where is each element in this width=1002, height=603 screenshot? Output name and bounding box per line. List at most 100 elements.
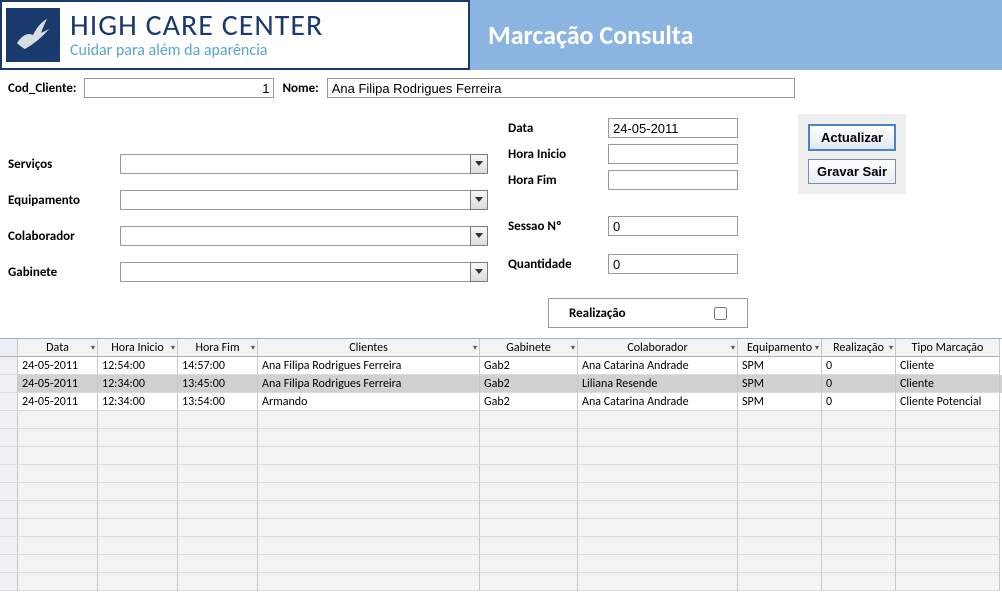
cell-empty[interactable] (822, 519, 896, 537)
equipamento-input[interactable] (120, 190, 470, 210)
cell-empty[interactable] (258, 465, 480, 483)
cell-empty[interactable] (480, 483, 578, 501)
cell-empty[interactable] (822, 411, 896, 429)
cell-empty[interactable] (98, 483, 178, 501)
col-clientes[interactable]: Clientes▾ (258, 339, 480, 357)
cell-empty[interactable] (578, 447, 738, 465)
cell-empty[interactable] (738, 447, 822, 465)
cell-colab[interactable]: Ana Catarina Andrade (578, 357, 738, 375)
cell-empty[interactable] (18, 501, 98, 519)
cell-empty[interactable] (178, 537, 258, 555)
cell-empty[interactable] (578, 555, 738, 573)
cell-empty[interactable] (738, 411, 822, 429)
cell-empty[interactable] (480, 465, 578, 483)
cell-empty[interactable] (480, 447, 578, 465)
cell-empty[interactable] (18, 483, 98, 501)
table-row-empty[interactable] (0, 429, 1002, 447)
cell-empty[interactable] (258, 555, 480, 573)
cell-empty[interactable] (98, 555, 178, 573)
row-selector[interactable] (0, 537, 18, 555)
cell-equip[interactable]: SPM (738, 375, 822, 393)
row-selector[interactable] (0, 357, 18, 375)
cell-empty[interactable] (822, 573, 896, 591)
cell-hini[interactable]: 12:54:00 (98, 357, 178, 375)
cell-empty[interactable] (18, 519, 98, 537)
cell-empty[interactable] (98, 429, 178, 447)
cell-empty[interactable] (578, 429, 738, 447)
gabinete-dropdown-button[interactable] (470, 262, 488, 282)
table-row[interactable]: 24-05-201112:54:0014:57:00Ana Filipa Rod… (0, 357, 1002, 375)
gravar-sair-button[interactable]: Gravar Sair (808, 159, 896, 184)
col-equipamento[interactable]: Equipamento▾ (738, 339, 822, 357)
sessao-input[interactable] (608, 216, 738, 236)
cell-empty[interactable] (896, 429, 1000, 447)
table-row-empty[interactable] (0, 555, 1002, 573)
cell-empty[interactable] (738, 519, 822, 537)
row-selector[interactable] (0, 555, 18, 573)
cell-empty[interactable] (896, 447, 1000, 465)
col-hora-fim[interactable]: Hora Fim▾ (178, 339, 258, 357)
cell-real[interactable]: 0 (822, 375, 896, 393)
col-tipo-marcacao[interactable]: Tipo Marcação (896, 339, 1000, 357)
cell-hini[interactable]: 12:34:00 (98, 393, 178, 411)
cod-cliente-input[interactable] (84, 78, 274, 98)
cell-data[interactable]: 24-05-2011 (18, 357, 98, 375)
cell-empty[interactable] (18, 465, 98, 483)
cell-empty[interactable] (258, 483, 480, 501)
cell-empty[interactable] (258, 411, 480, 429)
cell-empty[interactable] (258, 573, 480, 591)
cell-empty[interactable] (18, 429, 98, 447)
cell-empty[interactable] (896, 537, 1000, 555)
cell-empty[interactable] (578, 537, 738, 555)
cell-equip[interactable]: SPM (738, 357, 822, 375)
cell-cli[interactable]: Ana Filipa Rodrigues Ferreira (258, 357, 480, 375)
table-row-empty[interactable] (0, 573, 1002, 591)
cell-empty[interactable] (480, 555, 578, 573)
row-selector[interactable] (0, 519, 18, 537)
cell-empty[interactable] (578, 519, 738, 537)
cell-hfim[interactable]: 13:54:00 (178, 393, 258, 411)
cell-empty[interactable] (896, 519, 1000, 537)
row-selector[interactable] (0, 393, 18, 411)
cell-data[interactable]: 24-05-2011 (18, 393, 98, 411)
row-selector[interactable] (0, 465, 18, 483)
cell-empty[interactable] (738, 537, 822, 555)
cell-empty[interactable] (896, 465, 1000, 483)
cell-real[interactable]: 0 (822, 393, 896, 411)
row-selector[interactable] (0, 573, 18, 591)
cell-empty[interactable] (822, 429, 896, 447)
col-data[interactable]: Data▾ (18, 339, 98, 357)
cell-empty[interactable] (896, 573, 1000, 591)
cell-empty[interactable] (822, 537, 896, 555)
cell-empty[interactable] (98, 537, 178, 555)
colaborador-input[interactable] (120, 226, 470, 246)
cell-empty[interactable] (258, 519, 480, 537)
cell-hfim[interactable]: 14:57:00 (178, 357, 258, 375)
cell-empty[interactable] (258, 501, 480, 519)
cell-empty[interactable] (178, 483, 258, 501)
cell-tipo[interactable]: Cliente (896, 375, 1000, 393)
cell-empty[interactable] (258, 537, 480, 555)
hora-fim-input[interactable] (608, 170, 738, 190)
cell-empty[interactable] (480, 537, 578, 555)
servicos-dropdown-button[interactable] (470, 154, 488, 174)
cell-empty[interactable] (578, 483, 738, 501)
cell-empty[interactable] (98, 501, 178, 519)
quantidade-input[interactable] (608, 254, 738, 274)
table-row-empty[interactable] (0, 483, 1002, 501)
cell-empty[interactable] (18, 447, 98, 465)
cell-empty[interactable] (98, 465, 178, 483)
cell-empty[interactable] (896, 483, 1000, 501)
table-row[interactable]: 24-05-201112:34:0013:45:00Ana Filipa Rod… (0, 375, 1002, 393)
cell-empty[interactable] (178, 411, 258, 429)
col-colaborador[interactable]: Colaborador▾ (578, 339, 738, 357)
cell-colab[interactable]: Liliana Resende (578, 375, 738, 393)
nome-input[interactable] (327, 78, 795, 98)
row-selector[interactable] (0, 411, 18, 429)
cell-empty[interactable] (178, 429, 258, 447)
row-selector-header[interactable] (0, 339, 18, 357)
cell-empty[interactable] (98, 447, 178, 465)
cell-empty[interactable] (480, 519, 578, 537)
cell-empty[interactable] (578, 573, 738, 591)
table-row-empty[interactable] (0, 519, 1002, 537)
